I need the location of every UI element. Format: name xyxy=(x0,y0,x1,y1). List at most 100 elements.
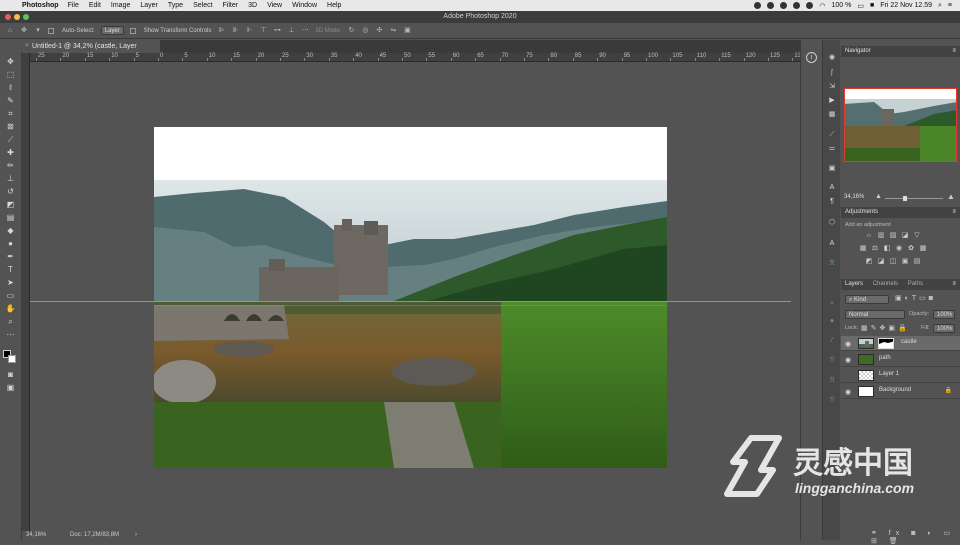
menu-help[interactable]: Help xyxy=(327,2,341,9)
menu-3d[interactable]: 3D xyxy=(248,2,257,9)
blur-tool-icon[interactable]: ◆ xyxy=(4,225,17,236)
document-tab[interactable]: × Untitled-1 @ 34,2% (castle, Layer Mask… xyxy=(22,40,160,63)
panel-menu-icon[interactable]: ≡ xyxy=(952,207,956,218)
chevron-down-icon[interactable]: ▾ xyxy=(34,27,42,35)
tab-paths[interactable]: Paths xyxy=(908,281,923,287)
align-bottom-icon[interactable]: ⊥ xyxy=(287,27,295,35)
menu-edit[interactable]: Edit xyxy=(89,2,101,9)
panel-menu-icon[interactable]: ≡ xyxy=(952,46,956,57)
tool-preset-icon[interactable]: ℴ xyxy=(827,298,837,307)
curves-icon[interactable]: ▨ xyxy=(889,232,897,239)
navigator-thumbnail[interactable] xyxy=(844,88,957,162)
search-icon[interactable]: ⌕ xyxy=(938,2,942,10)
align-center-icon[interactable]: ⊪ xyxy=(231,27,239,35)
menu-image[interactable]: Image xyxy=(111,2,130,9)
crop-tool-icon[interactable]: ⌗ xyxy=(4,108,17,119)
hand-tool-icon[interactable]: ✋ xyxy=(4,303,17,314)
navigator-zoom-value[interactable]: 34,16% xyxy=(844,194,864,200)
tool-preset-icon[interactable]: ℴ xyxy=(827,316,837,325)
status-icon[interactable] xyxy=(793,2,801,9)
vibrance-icon[interactable]: ▽ xyxy=(913,232,921,239)
clock[interactable]: Fri 22 Nov 12.59 xyxy=(880,2,932,9)
status-icon[interactable] xyxy=(780,2,788,9)
layer-row-castle[interactable]: ◉ castle xyxy=(841,336,960,351)
screen-mode-icon[interactable]: ▣ xyxy=(4,382,17,393)
color-lookup-icon[interactable]: ▦ xyxy=(919,245,927,252)
zoom-level[interactable]: 34,16% xyxy=(26,531,46,540)
history-brush-tool-icon[interactable]: ↺ xyxy=(4,186,17,197)
gradient-map-icon[interactable]: ▤ xyxy=(913,258,921,265)
navigator-zoom-slider-handle[interactable] xyxy=(903,196,907,201)
brush-tool-icon[interactable]: ✏ xyxy=(4,160,17,171)
distribute-icon[interactable]: ⋯ xyxy=(301,27,309,35)
eyedropper-tool-icon[interactable]: ⟋ xyxy=(4,134,17,145)
lasso-tool-icon[interactable]: ℓ xyxy=(4,82,17,93)
visibility-eye-icon[interactable]: ◉ xyxy=(845,388,851,396)
exposure-icon[interactable]: ◪ xyxy=(901,232,909,239)
menu-type[interactable]: Type xyxy=(168,2,183,9)
info-icon[interactable]: i xyxy=(806,52,817,63)
photo-filter-icon[interactable]: ◉ xyxy=(895,245,903,252)
layer-thumbnail[interactable] xyxy=(858,386,874,397)
menu-filter[interactable]: Filter xyxy=(223,2,239,9)
glyphs-icon[interactable]: A xyxy=(827,239,837,248)
layer-mask-thumbnail[interactable] xyxy=(878,338,894,349)
align-right-icon[interactable]: ⊩ xyxy=(245,27,253,35)
layer-thumbnail[interactable] xyxy=(858,338,874,349)
brushes-icon[interactable]: ⟋ xyxy=(827,130,837,139)
path-select-tool-icon[interactable]: ➤ xyxy=(4,277,17,288)
invert-icon[interactable]: ◩ xyxy=(865,258,873,265)
move-tool-icon[interactable]: ✥ xyxy=(4,56,17,67)
selective-color-icon[interactable]: ▣ xyxy=(901,258,909,265)
layer-name[interactable]: castle xyxy=(901,339,917,345)
brightness-contrast-icon[interactable]: ☼ xyxy=(865,232,873,239)
navigator-zoom-slider[interactable] xyxy=(885,198,943,199)
align-middle-icon[interactable]: ⊶ xyxy=(273,27,281,35)
status-icon[interactable] xyxy=(806,2,814,9)
show-transform-checkbox[interactable] xyxy=(129,27,136,34)
marquee-tool-icon[interactable]: ⬚ xyxy=(4,69,17,80)
posterize-icon[interactable]: ◪ xyxy=(877,258,885,265)
align-left-icon[interactable]: ⊫ xyxy=(217,27,225,35)
menu-file[interactable]: File xyxy=(68,2,79,9)
paths-icon[interactable]: ℛ xyxy=(827,259,837,268)
shape-tool-icon[interactable]: ▭ xyxy=(4,290,17,301)
tool-preset-icon[interactable]: ℛ xyxy=(827,356,837,365)
3d-slide-icon[interactable]: ⇋ xyxy=(389,27,397,35)
layer-filter-dropdown[interactable]: ⌕ Kind xyxy=(845,295,889,304)
document-canvas[interactable] xyxy=(154,127,667,468)
auto-select-checkbox[interactable] xyxy=(48,27,54,34)
panel-menu-icon[interactable]: ≡ xyxy=(952,279,956,290)
layer-filter-icons[interactable]: ▣◐T▭◙ xyxy=(895,294,936,302)
close-tab-icon[interactable]: × xyxy=(25,40,29,53)
type-tool-icon[interactable]: T xyxy=(4,264,17,275)
clone-stamp-tool-icon[interactable]: ⊥ xyxy=(4,173,17,184)
status-icon[interactable] xyxy=(767,2,775,9)
battery-label[interactable]: 100 % xyxy=(832,2,852,9)
libraries-icon[interactable]: ▣ xyxy=(827,164,837,173)
tool-preset-icon[interactable]: ∕ xyxy=(827,336,837,345)
brush-settings-icon[interactable]: ∫ xyxy=(827,68,837,77)
align-top-icon[interactable]: ⊤ xyxy=(259,27,267,35)
tool-preset-icon[interactable]: ℛ xyxy=(827,396,837,405)
quick-select-tool-icon[interactable]: ✎ xyxy=(4,95,17,106)
menu-window[interactable]: Window xyxy=(292,2,317,9)
minimize-window-button[interactable] xyxy=(14,14,20,20)
layer-row-background[interactable]: ◉ Background 🔒 xyxy=(841,384,960,399)
layer-name[interactable]: path xyxy=(879,355,891,361)
3d-orbit-icon[interactable]: ↻ xyxy=(347,27,355,35)
quick-mask-icon[interactable]: ◙ xyxy=(4,369,17,380)
more-tools-icon[interactable]: ⋯ xyxy=(4,329,17,340)
zoom-in-icon[interactable]: ▲ xyxy=(947,192,955,201)
3d-roll-icon[interactable]: ◎ xyxy=(361,27,369,35)
pen-tool-icon[interactable]: ✒ xyxy=(4,251,17,262)
visibility-eye-icon[interactable]: ◉ xyxy=(845,356,851,364)
actions-icon[interactable]: ▶ xyxy=(827,96,837,105)
menu-view[interactable]: View xyxy=(267,2,282,9)
flag-icon[interactable]: ■ xyxy=(870,2,874,9)
visibility-eye-icon[interactable]: ◉ xyxy=(845,340,851,348)
properties-icon[interactable]: ⚌ xyxy=(827,144,837,153)
zoom-window-button[interactable] xyxy=(23,14,29,20)
layer-name[interactable]: Layer 1 xyxy=(879,371,899,377)
healing-tool-icon[interactable]: ✚ xyxy=(4,147,17,158)
